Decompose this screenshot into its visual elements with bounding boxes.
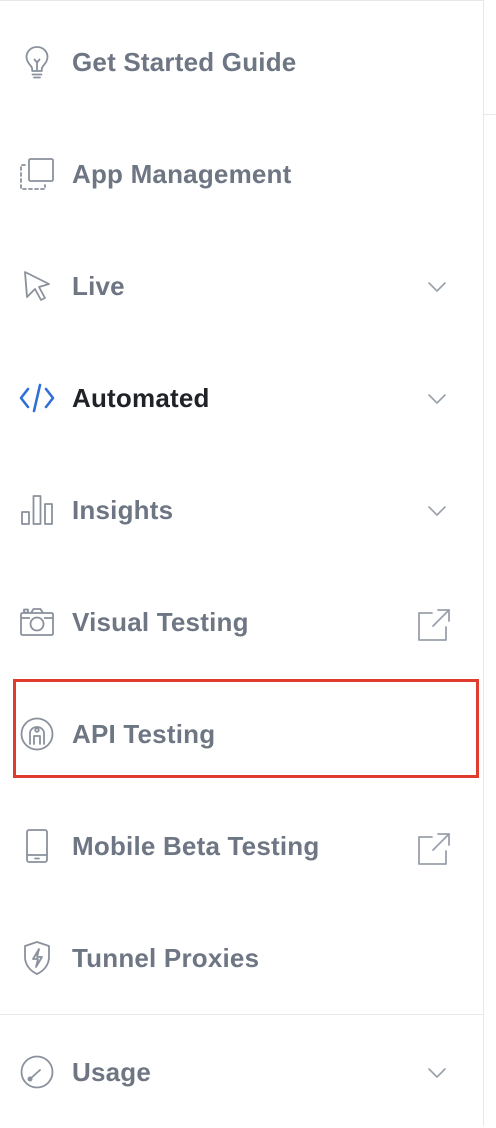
gauge-icon [18,1053,56,1091]
external-link-icon[interactable] [415,830,453,868]
code-brackets-icon [18,379,56,417]
sidebar-item-label: Get Started Guide [72,47,297,77]
sidebar-item-label: Visual Testing [72,607,249,637]
sidebar-item-label: Usage [72,1057,152,1087]
sidebar-border [483,0,484,1126]
bar-chart-icon [18,491,56,529]
chevron-down-icon[interactable] [424,274,450,300]
cursor-pointer-icon [18,267,56,305]
sidebar-item-label: Live [72,271,125,301]
chevron-down-icon[interactable] [424,498,450,524]
sidebar-item-get-started-guide[interactable]: Get Started Guide [0,6,483,118]
sidebar-item-usage[interactable]: Usage [0,1016,483,1128]
camera-icon [18,603,56,641]
sidebar-item-tunnel-proxies[interactable]: Tunnel Proxies [0,902,483,1014]
sidebar-nav: Get Started Guide App Management Live Au… [0,0,483,1126]
sidebar-item-api-testing[interactable]: API Testing [0,678,483,790]
sidebar-item-app-management[interactable]: App Management [0,118,483,230]
api-bridge-icon [18,715,56,753]
mobile-phone-icon [18,827,56,865]
sidebar-item-label: Tunnel Proxies [72,943,260,973]
section-divider [0,1014,483,1015]
app-stack-icon [18,155,56,193]
sidebar-item-insights[interactable]: Insights [0,454,483,566]
sidebar-item-label: Mobile Beta Testing [72,831,320,861]
sidebar-item-mobile-beta-testing[interactable]: Mobile Beta Testing [0,790,483,902]
sidebar-item-label: Automated [72,383,210,413]
chevron-down-icon[interactable] [424,386,450,412]
shield-bolt-icon [18,939,56,977]
sidebar-item-live[interactable]: Live [0,230,483,342]
sidebar-item-label: API Testing [72,719,216,749]
lightbulb-icon [18,43,56,81]
header-border [484,114,496,115]
chevron-down-icon[interactable] [424,1060,450,1086]
sidebar-item-visual-testing[interactable]: Visual Testing [0,566,483,678]
sidebar-item-label: Insights [72,495,174,525]
sidebar-item-label: App Management [72,159,292,189]
external-link-icon[interactable] [415,606,453,644]
sidebar-item-automated[interactable]: Automated [0,342,483,454]
